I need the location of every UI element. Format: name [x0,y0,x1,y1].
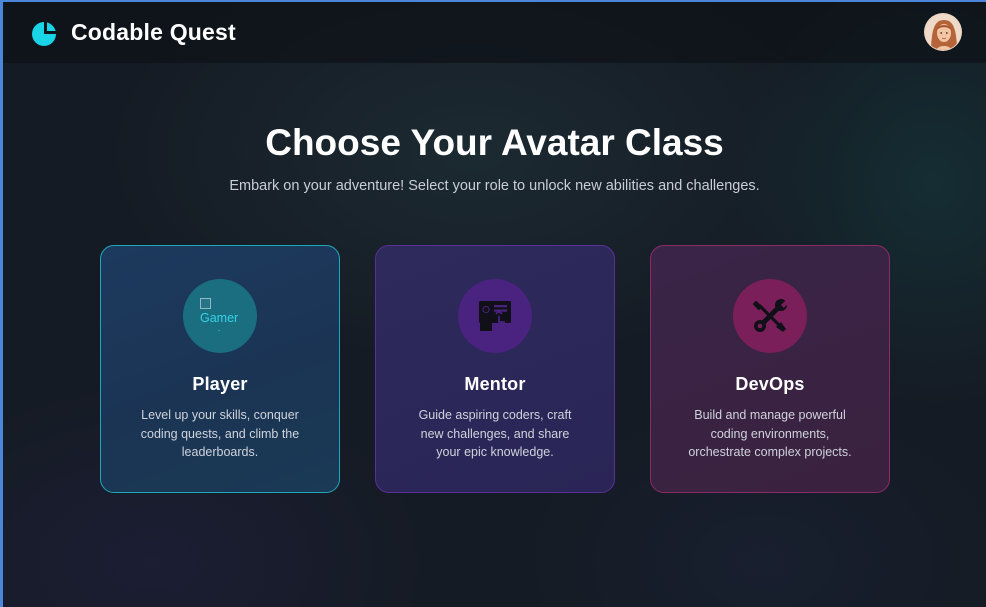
mentor-icon-circle [458,279,532,353]
card-description: Build and manage powerful coding environ… [688,408,852,459]
top-header: Codable Quest [3,2,986,63]
avatar-card-player[interactable]: Gamer . Player Level up your skills, con… [100,245,340,493]
player-icon-circle: Gamer . [183,279,257,353]
wrench-screwdriver-icon [752,299,789,332]
gamer-broken-image-icon: Gamer . [200,297,238,333]
devops-icon-circle [733,279,807,353]
card-title: DevOps [735,374,805,394]
card-title: Mentor [464,374,526,394]
card-description: Guide aspiring coders, craft new challen… [418,408,572,459]
avatar-card-mentor[interactable]: Mentor Guide aspiring coders, craft new … [375,245,615,493]
page-subtitle: Embark on your adventure! Select your ro… [229,178,760,194]
card-title: Player [192,374,248,394]
page-title: Choose Your Avatar Class [265,122,724,163]
teacher-board-icon [479,301,511,331]
codable-logo-icon[interactable] [30,20,58,48]
user-avatar[interactable] [924,13,962,51]
avatar-portrait-icon [925,14,961,50]
app-frame: Codable Quest Choose Your Avatar Class E… [0,0,986,607]
card-description: Level up your skills, conquer coding que… [140,408,300,459]
avatar-card-devops[interactable]: DevOps Build and manage powerful coding … [650,245,890,493]
brand-name[interactable]: Codable Quest [71,19,236,46]
